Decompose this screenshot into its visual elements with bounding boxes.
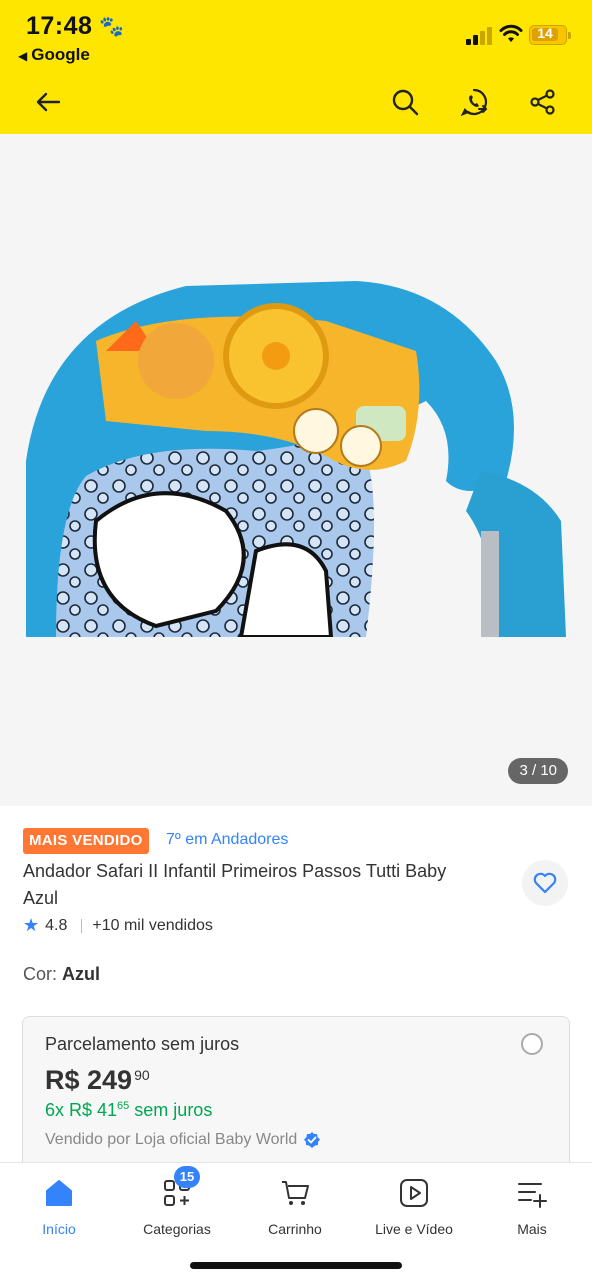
product-image[interactable] — [26, 281, 566, 637]
product-title: Andador Safari II Infantil Primeiros Pas… — [23, 861, 447, 908]
back-button[interactable] — [30, 84, 66, 120]
home-icon — [46, 1180, 72, 1206]
whatsapp-share-button[interactable] — [456, 84, 492, 120]
more-icon — [518, 1183, 547, 1208]
star-icon: ★ — [23, 915, 40, 935]
battery-icon: 14 — [529, 25, 571, 45]
sold-count: +10 mil vendidos — [92, 916, 213, 934]
search-button[interactable] — [387, 84, 423, 120]
price: R$ 249 90 — [45, 1065, 150, 1096]
battery-level: 14 — [537, 25, 553, 41]
favorite-button[interactable] — [522, 860, 568, 906]
heart-icon — [533, 872, 557, 894]
back-arrow-icon — [36, 92, 61, 112]
seller-info: Vendido por Loja oficial Baby World — [45, 1131, 321, 1149]
tab-carrinho[interactable]: Carrinho — [236, 1177, 354, 1237]
battery-tip — [568, 32, 571, 39]
installments-text: 6x R$ 4165 sem juros — [45, 1100, 212, 1121]
back-app-label: Google — [31, 45, 90, 64]
product-gallery[interactable]: 3 / 10 — [0, 134, 592, 806]
tab-label: Início — [42, 1221, 76, 1237]
tab-label: Mais — [517, 1221, 547, 1237]
best-seller-badge: MAIS VENDIDO — [23, 828, 149, 854]
installments-main: 6x R$ 41 — [45, 1100, 118, 1120]
wifi-icon — [499, 24, 523, 42]
paw-icon: 🐾 — [99, 16, 124, 38]
verified-badge-icon — [304, 1132, 321, 1148]
rating-row[interactable]: ★ 4.8 +10 mil vendidos — [23, 915, 213, 936]
back-triangle-icon: ◀ — [18, 49, 28, 63]
tab-label: Carrinho — [268, 1221, 322, 1237]
cellular-signal-icon — [466, 27, 492, 45]
app-header: 17:48 🐾 ◀ Google 14 — [0, 0, 592, 134]
status-time: 17:48 — [26, 12, 93, 40]
tab-label: Categorias — [143, 1221, 211, 1237]
search-icon — [392, 89, 419, 116]
installments-suffix: sem juros — [129, 1100, 213, 1120]
tab-live-video[interactable]: Live e Vídeo — [355, 1177, 473, 1237]
home-indicator[interactable] — [190, 1262, 402, 1269]
option-radio[interactable] — [521, 1033, 543, 1055]
tab-inicio[interactable]: Início — [0, 1177, 118, 1237]
color-value: Azul — [62, 964, 101, 984]
installments-cents: 65 — [117, 1100, 130, 1112]
seller-text: Vendido por Loja oficial Baby World — [45, 1131, 298, 1148]
price-cents: 90 — [134, 1067, 150, 1083]
cart-icon — [282, 1181, 309, 1205]
play-icon — [400, 1179, 428, 1207]
tab-mais[interactable]: Mais — [473, 1177, 591, 1237]
cart-count-badge: 15 — [174, 1166, 200, 1188]
ranking-link[interactable]: 7º em Andadores — [166, 831, 288, 849]
whatsapp-icon — [460, 88, 488, 117]
installment-title: Parcelamento sem juros — [45, 1034, 240, 1054]
image-counter: 3 / 10 — [508, 758, 568, 784]
share-button[interactable] — [525, 84, 561, 120]
tab-categorias[interactable]: Categorias — [118, 1177, 236, 1237]
rating-value: 4.8 — [45, 916, 68, 934]
share-icon — [530, 89, 555, 115]
back-to-app-link[interactable]: ◀ Google — [18, 45, 90, 65]
color-row: Cor: Azul — [23, 964, 100, 985]
divider — [81, 918, 83, 933]
color-label: Cor: — [23, 964, 63, 984]
tab-label: Live e Vídeo — [375, 1221, 453, 1237]
price-main: R$ 249 — [45, 1065, 133, 1095]
